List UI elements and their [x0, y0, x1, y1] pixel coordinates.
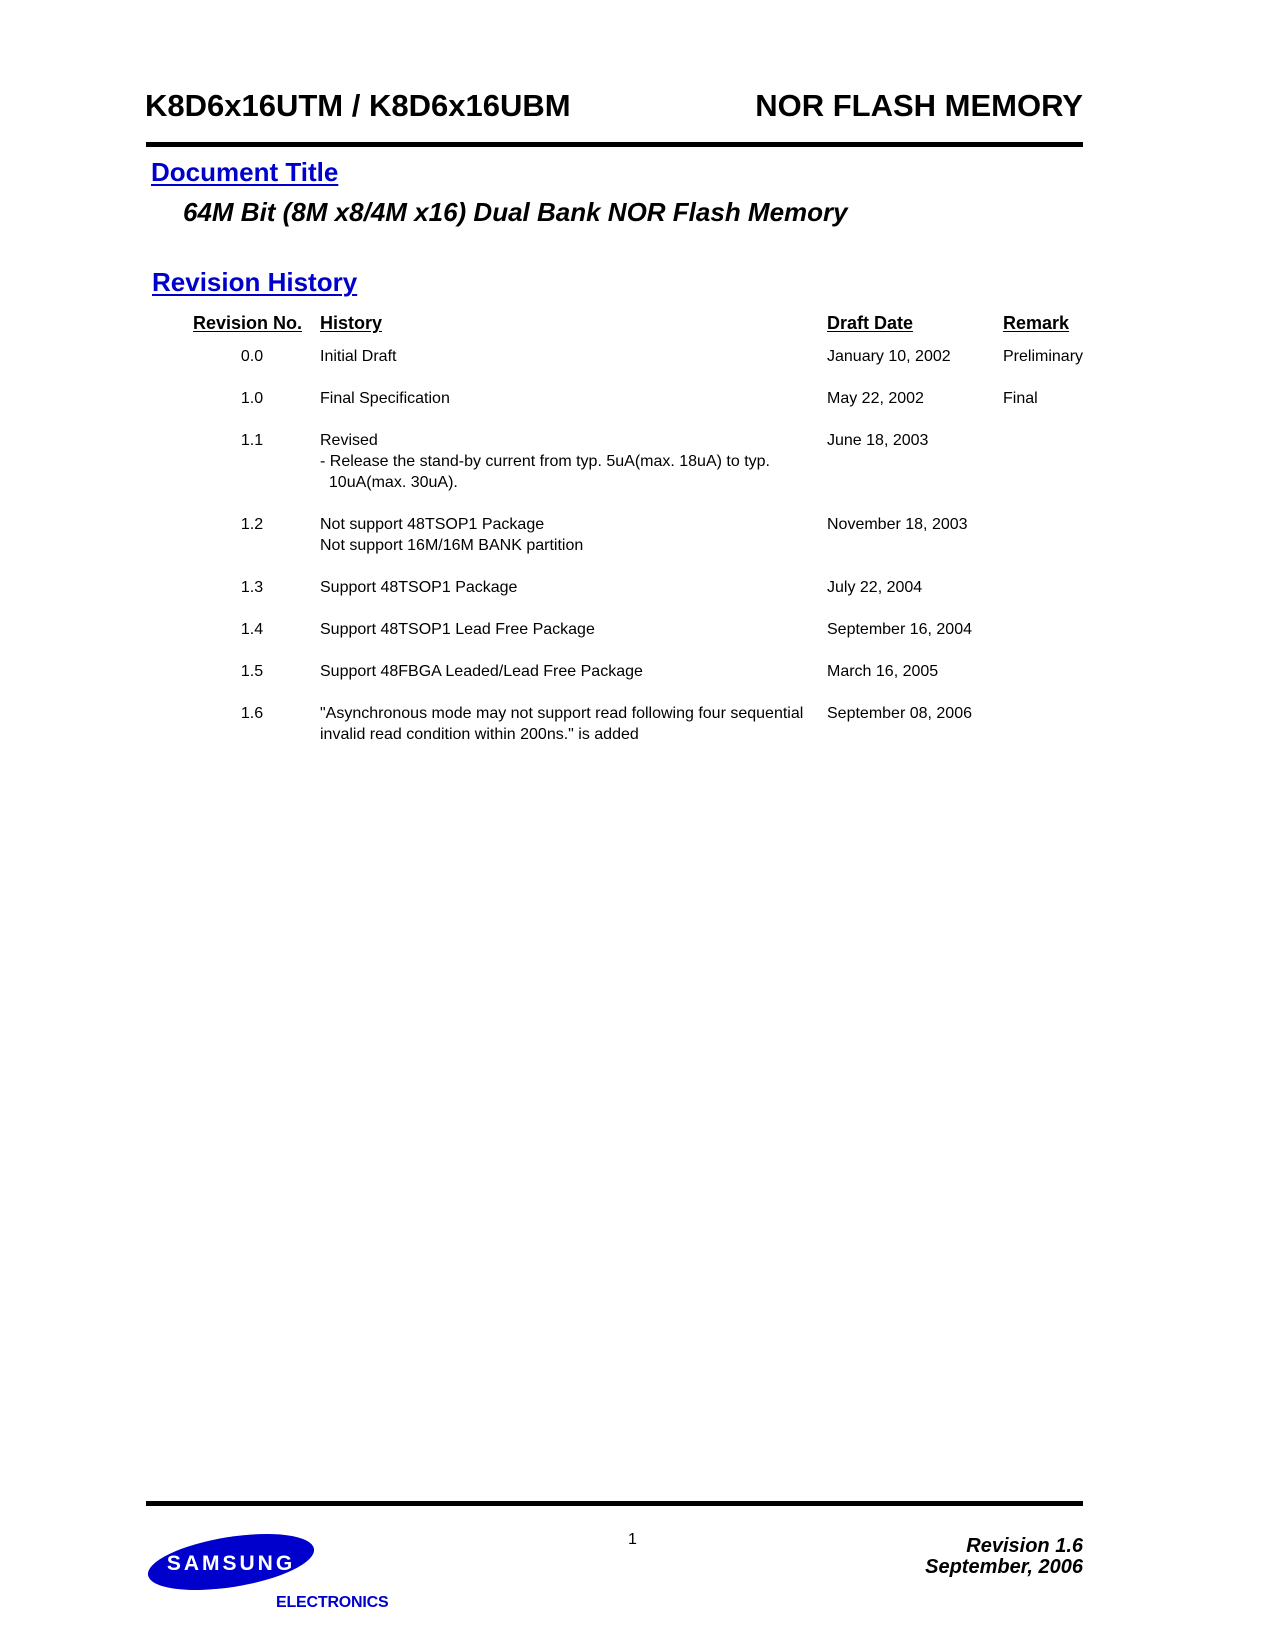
revision-history-text: 10uA(max. 30uA). [320, 474, 458, 491]
revision-history-text: Revised [320, 432, 378, 449]
page-number: 1 [628, 1531, 637, 1548]
revision-draft-date: June 18, 2003 [827, 432, 929, 449]
revision-draft-date: July 22, 2004 [827, 579, 923, 596]
revision-draft-date: March 16, 2005 [827, 663, 939, 680]
part-numbers-header: K8D6x16UTM / K8D6x16UBM [145, 88, 571, 123]
revision-number: 1.5 [240, 663, 264, 680]
footer-rule [146, 1501, 1083, 1506]
revision-draft-date: January 10, 2002 [827, 348, 951, 365]
revision-draft-date: May 22, 2002 [827, 390, 924, 407]
revision-draft-date: November 18, 2003 [827, 516, 968, 533]
revision-history-text: Support 48TSOP1 Lead Free Package [320, 621, 595, 638]
document-title: 64M Bit (8M x8/4M x16) Dual Bank NOR Fla… [183, 197, 848, 227]
revision-history-text: Initial Draft [320, 348, 397, 365]
document-title-heading[interactable]: Document Title [151, 157, 338, 187]
revision-remark: Preliminary [1003, 348, 1084, 365]
header-rule [146, 142, 1083, 147]
column-header-history: History [320, 313, 383, 333]
revision-number: 1.6 [240, 705, 264, 722]
footer-revision: Revision 1.6 [966, 1535, 1083, 1557]
revision-number: 1.2 [240, 516, 264, 533]
column-header-revision-no: Revision No. [193, 313, 303, 333]
revision-remark: Final [1003, 390, 1038, 407]
revision-history-text: "Asynchronous mode may not support read … [320, 705, 804, 722]
revision-history-heading[interactable]: Revision History [152, 267, 357, 297]
product-type-header: NOR FLASH MEMORY [755, 88, 1083, 123]
revision-history-text: - Release the stand-by current from typ.… [320, 453, 770, 470]
revision-draft-date: September 16, 2004 [827, 621, 972, 638]
revision-history-text: Final Specification [320, 390, 450, 407]
revision-history-text: Support 48TSOP1 Package [320, 579, 518, 596]
revision-number: 1.3 [240, 579, 264, 596]
revision-number: 1.0 [240, 390, 264, 407]
revision-history-text: Not support 16M/16M BANK partition [320, 537, 584, 554]
revision-number: 0.0 [240, 348, 264, 365]
footer-revision-block: Revision 1.6 September, 2006 [925, 1536, 1083, 1578]
revision-history-text: invalid read condition within 200ns." is… [320, 726, 639, 743]
footer-date: September, 2006 [925, 1556, 1083, 1578]
samsung-logo-text: SAMSUNG [167, 1552, 295, 1575]
electronics-label: ELECTRONICS [276, 1594, 389, 1611]
column-header-remark: Remark [1003, 313, 1070, 333]
revision-history-text: Not support 48TSOP1 Package [320, 516, 545, 533]
samsung-logo: SAMSUNG [147, 1534, 315, 1590]
revision-draft-date: September 08, 2006 [827, 705, 972, 722]
column-header-draft-date: Draft Date [827, 313, 914, 333]
revision-history-text: Support 48FBGA Leaded/Lead Free Package [320, 663, 643, 680]
revision-number: 1.4 [240, 621, 264, 638]
revision-number: 1.1 [240, 432, 264, 449]
